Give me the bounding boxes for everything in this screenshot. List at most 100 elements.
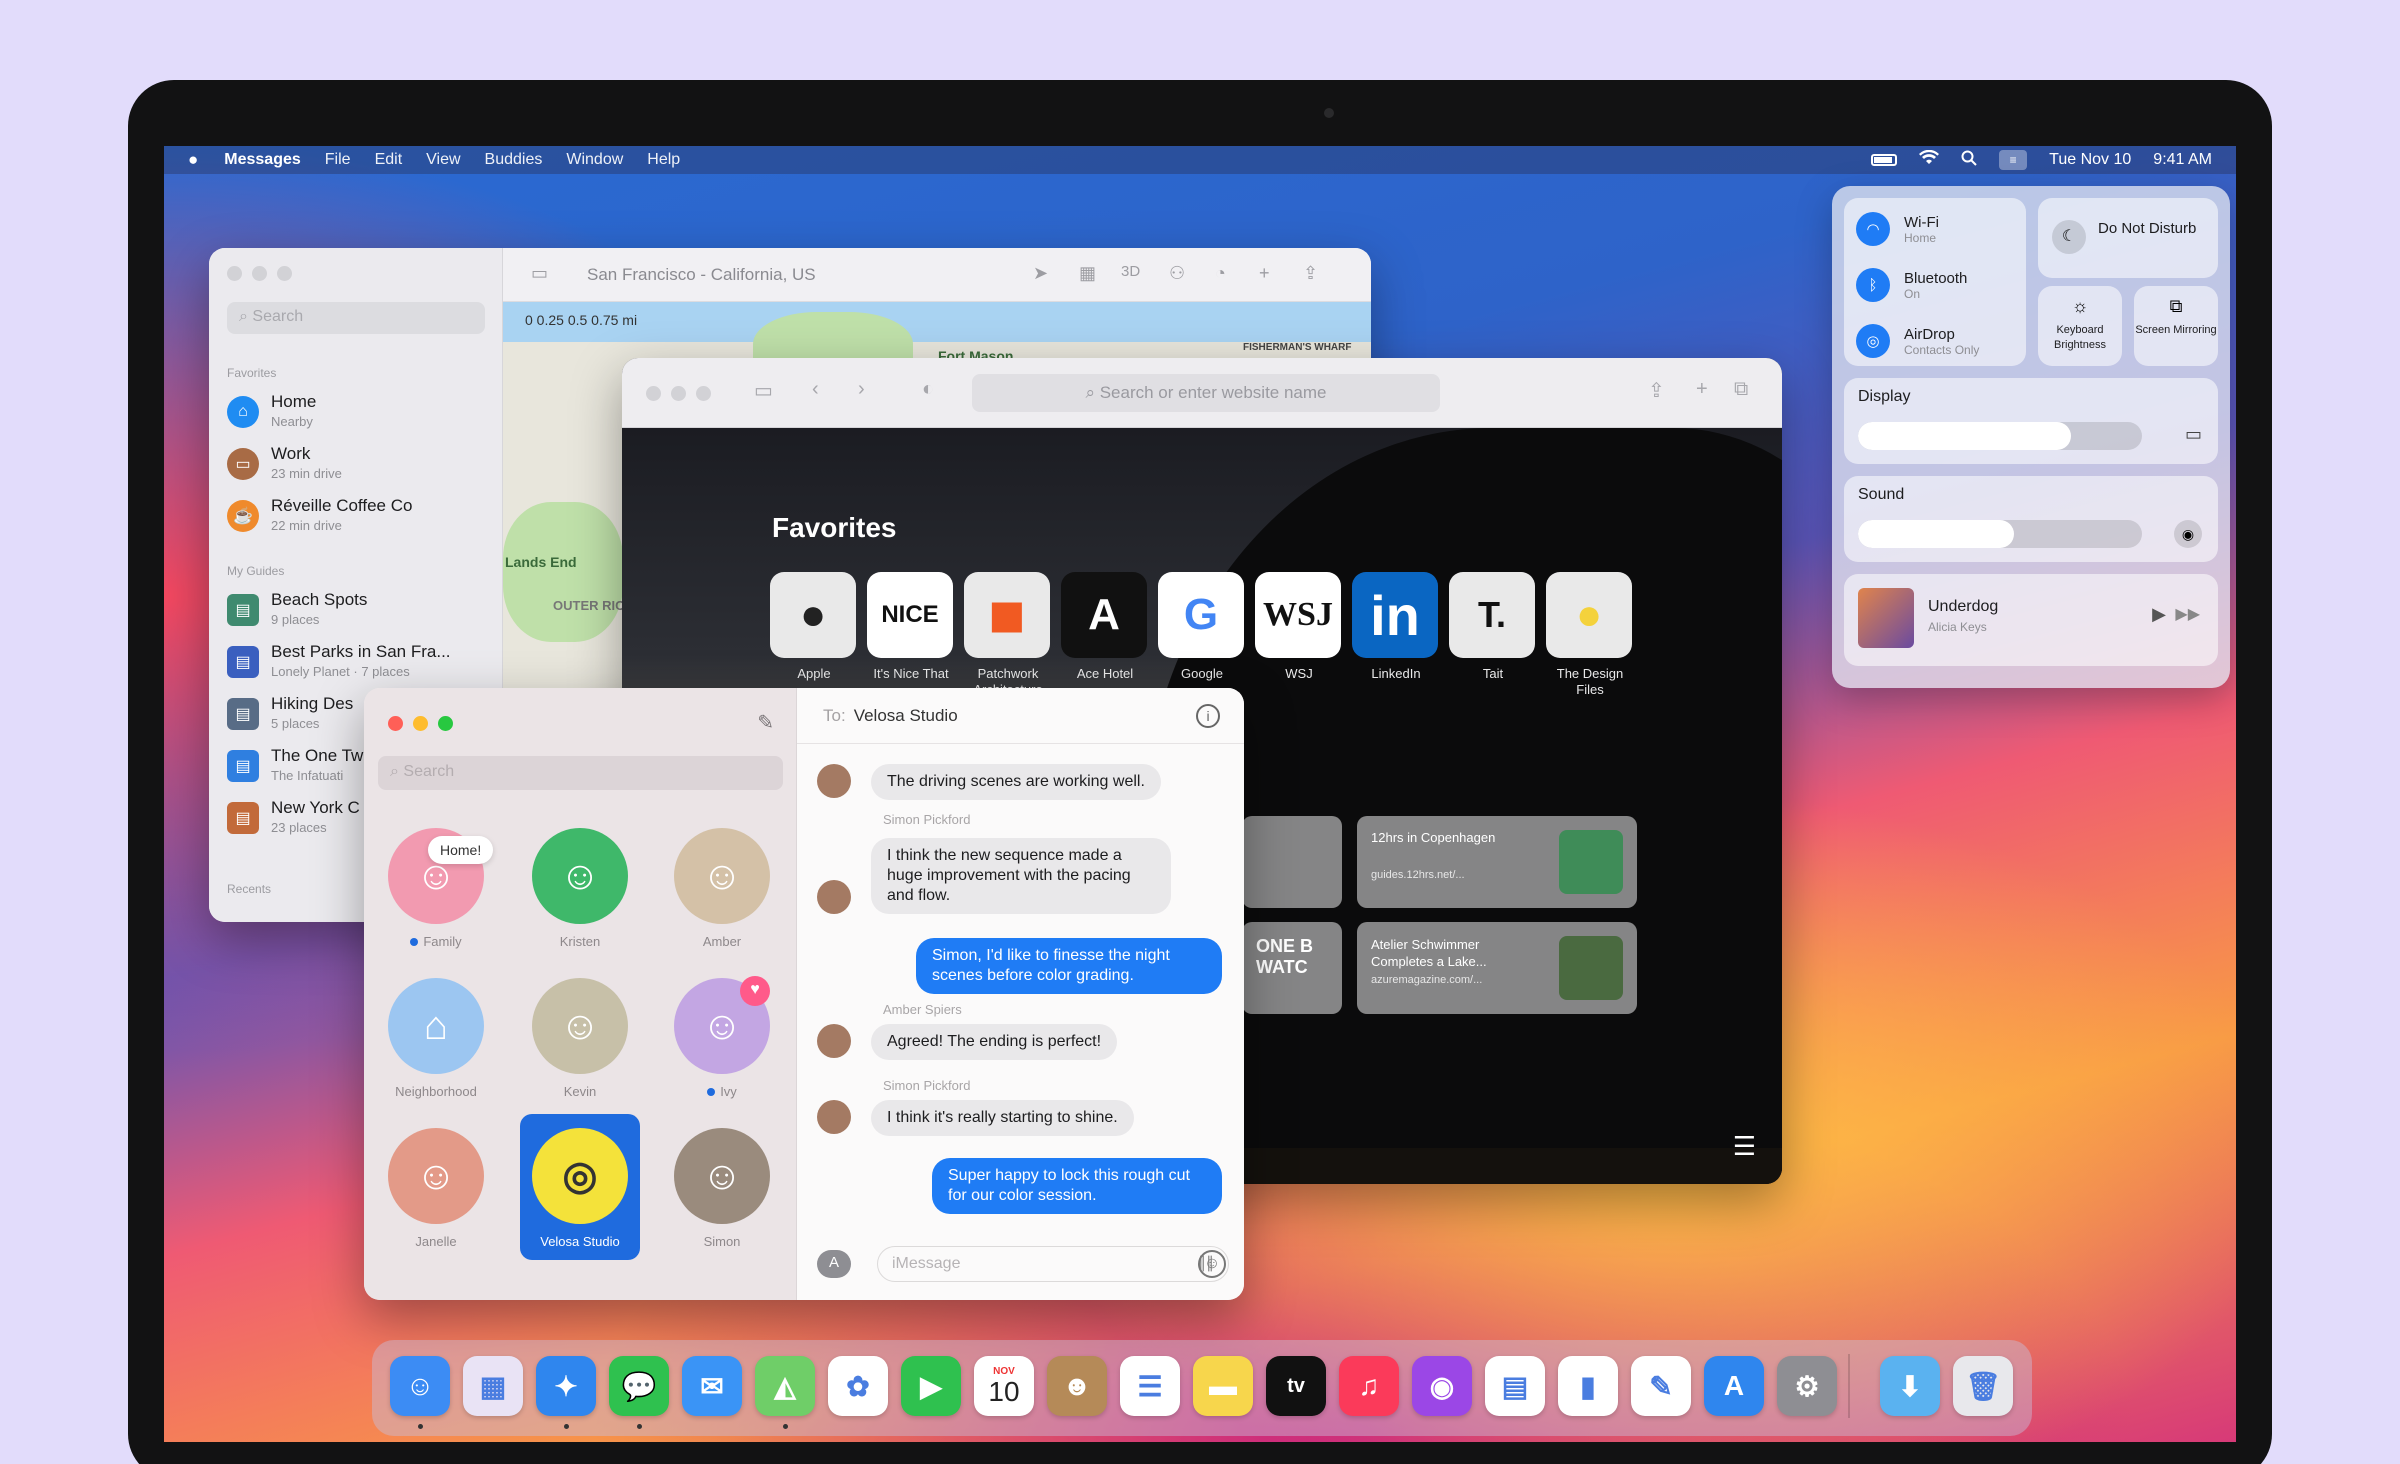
messages-icon[interactable]: 💬	[609, 1356, 669, 1416]
favorite-item-coffee[interactable]: ☕ Réveille Coffee Co 22 min drive	[227, 496, 497, 540]
pinned-conversation-neighborhood[interactable]: ⌂ Neighborhood	[376, 978, 496, 1099]
menu-view[interactable]: View	[426, 151, 460, 169]
message-bubble[interactable]: Super happy to lock this rough cut for o…	[932, 1158, 1222, 1214]
guide-item[interactable]: ▤ Beach Spots 9 places	[227, 590, 497, 634]
add-icon[interactable]: +	[1259, 263, 1270, 284]
screen-mirroring-button[interactable]: ⧉ Screen Mirroring	[2134, 286, 2218, 366]
menu-time[interactable]: 9:41 AM	[2153, 151, 2212, 169]
reading-card[interactable]: Atelier Schwimmer Completes a Lake... az…	[1357, 922, 1637, 1014]
battery-icon[interactable]	[1871, 154, 1898, 166]
menu-app-name[interactable]: Messages	[224, 151, 301, 169]
wifi-icon[interactable]	[1919, 149, 1940, 171]
spotlight-search-icon[interactable]	[1961, 150, 1977, 171]
bluetooth-toggle[interactable]: ᛒ Bluetooth On	[1856, 268, 1967, 302]
menu-date[interactable]: Tue Nov 10	[2049, 151, 2131, 169]
share-icon[interactable]: ⇪	[1648, 378, 1665, 403]
back-icon[interactable]: ‹	[812, 378, 819, 401]
zoom-button[interactable]	[277, 266, 292, 281]
menu-buddies[interactable]: Buddies	[485, 151, 543, 169]
menu-file[interactable]: File	[325, 151, 351, 169]
wifi-toggle[interactable]: ◠ Wi-Fi Home	[1856, 212, 1939, 246]
app-store-icon[interactable]: A	[1704, 1356, 1764, 1416]
numbers-icon[interactable]: ▮	[1558, 1356, 1618, 1416]
message-bubble[interactable]: I think it's really starting to shine.	[871, 1100, 1134, 1136]
display-settings-icon[interactable]: ▭	[2185, 424, 2202, 445]
favorite-design-files[interactable]: ● The Design Files	[1546, 572, 1634, 698]
close-button[interactable]	[646, 386, 661, 401]
maps-icon[interactable]: ◭	[755, 1356, 815, 1416]
app-store-icon[interactable]: A	[817, 1250, 851, 1278]
favorite-patchwork[interactable]: ■ Patchwork Architecture	[964, 572, 1052, 698]
map-mode-icon[interactable]: ▦	[1079, 263, 1096, 284]
pinned-conversation-kevin[interactable]: ☺ Kevin	[520, 978, 640, 1099]
tv-icon[interactable]: tv	[1266, 1356, 1326, 1416]
podcasts-icon[interactable]: ◉	[1412, 1356, 1472, 1416]
photos-icon[interactable]: ✿	[828, 1356, 888, 1416]
reading-card-left[interactable]	[1242, 816, 1342, 908]
favorite-item-work[interactable]: ▭ Work 23 min drive	[227, 444, 497, 488]
volume-slider[interactable]	[1858, 520, 2142, 548]
airdrop-toggle[interactable]: ◎ AirDrop Contacts Only	[1856, 324, 1979, 358]
album-art[interactable]	[1858, 588, 1914, 648]
control-center-icon[interactable]: ≡	[1999, 150, 2028, 170]
menu-help[interactable]: Help	[647, 151, 680, 169]
sidebar-toggle-icon[interactable]: ▭	[754, 378, 773, 403]
emoji-icon[interactable]: ☺	[1198, 1250, 1226, 1278]
tab-overview-icon[interactable]: ⧉	[1734, 378, 1748, 401]
apple-menu-icon[interactable]: ●	[188, 150, 198, 170]
maps-search-input[interactable]: ⌕ Search	[227, 302, 485, 334]
menu-window[interactable]: Window	[566, 151, 623, 169]
calendar-icon[interactable]: NOV 10	[974, 1356, 1034, 1416]
keynote-icon[interactable]: ▤	[1485, 1356, 1545, 1416]
favorite-its-nice-that[interactable]: NICE It's Nice That	[867, 572, 955, 698]
info-icon[interactable]: i	[1196, 704, 1220, 728]
pinned-conversation-amber[interactable]: ☺ Amber	[662, 828, 782, 949]
pinned-conversation-kristen[interactable]: ☺ Kristen	[520, 828, 640, 949]
next-track-icon[interactable]: ▶▶	[2175, 604, 2200, 624]
message-bubble[interactable]: I think the new sequence made a huge imp…	[871, 838, 1171, 914]
guide-item[interactable]: ▤ Best Parks in San Fra... Lonely Planet…	[227, 642, 497, 686]
zoom-button[interactable]	[696, 386, 711, 401]
look-around-icon[interactable]: ⚇	[1169, 263, 1185, 284]
location-arrow-icon[interactable]: ➤	[1033, 263, 1048, 284]
recipient-field[interactable]: To: Velosa Studio	[797, 688, 1244, 744]
message-bubble[interactable]: Agreed! The ending is perfect!	[871, 1024, 1118, 1060]
display-brightness-slider[interactable]	[1858, 422, 2142, 450]
close-button[interactable]	[227, 266, 242, 281]
do-not-disturb-toggle[interactable]: ☾ Do Not Disturb	[2038, 198, 2218, 278]
finder-icon[interactable]: ☺	[390, 1356, 450, 1416]
favorite-item-home[interactable]: ⌂ Home Nearby	[227, 392, 497, 436]
pinned-conversation-janelle[interactable]: ☺ Janelle	[376, 1128, 496, 1249]
sidebar-toggle-icon[interactable]: ▭	[531, 263, 548, 284]
compose-icon[interactable]: ✎	[757, 710, 774, 735]
downloads-folder-icon[interactable]: ⬇	[1880, 1356, 1940, 1416]
safari-icon[interactable]: ✦	[536, 1356, 596, 1416]
compass-icon[interactable]: ◔	[1215, 263, 1226, 284]
minimize-button[interactable]	[671, 386, 686, 401]
pinned-conversation-velosa-studio[interactable]: ◎ Velosa Studio	[520, 1114, 640, 1260]
music-icon[interactable]: ♫	[1339, 1356, 1399, 1416]
airplay-icon[interactable]: ◉	[2174, 520, 2202, 548]
favorite-ace-hotel[interactable]: A Ace Hotel	[1061, 572, 1149, 698]
play-icon[interactable]: ▶	[2152, 604, 2166, 625]
zoom-button[interactable]	[438, 716, 453, 731]
customize-start-page-icon[interactable]: ☰	[1733, 1131, 1756, 1162]
message-bubble[interactable]: Simon, I'd like to finesse the night sce…	[916, 938, 1222, 994]
favorite-wsj[interactable]: WSJ WSJ	[1255, 572, 1343, 698]
reading-card[interactable]: 12hrs in Copenhagen guides.12hrs.net/...	[1357, 816, 1637, 908]
share-icon[interactable]: ⇪	[1303, 263, 1318, 284]
reminders-icon[interactable]: ☰	[1120, 1356, 1180, 1416]
system-preferences-icon[interactable]: ⚙	[1777, 1356, 1837, 1416]
favorite-tait[interactable]: T. Tait	[1449, 572, 1537, 698]
forward-icon[interactable]: ›	[858, 378, 865, 401]
minimize-button[interactable]	[413, 716, 428, 731]
reading-card-left[interactable]: ONE B WATC	[1242, 922, 1342, 1014]
privacy-shield-icon[interactable]: ◐	[922, 378, 934, 401]
message-input[interactable]: iMessage ∥∥	[877, 1246, 1229, 1282]
notes-icon[interactable]: ▬	[1193, 1356, 1253, 1416]
minimize-button[interactable]	[252, 266, 267, 281]
3d-button[interactable]: 3D	[1121, 263, 1140, 280]
favorite-apple[interactable]: ● Apple	[770, 572, 858, 698]
new-tab-icon[interactable]: +	[1696, 378, 1708, 401]
facetime-icon[interactable]: ▶	[901, 1356, 961, 1416]
